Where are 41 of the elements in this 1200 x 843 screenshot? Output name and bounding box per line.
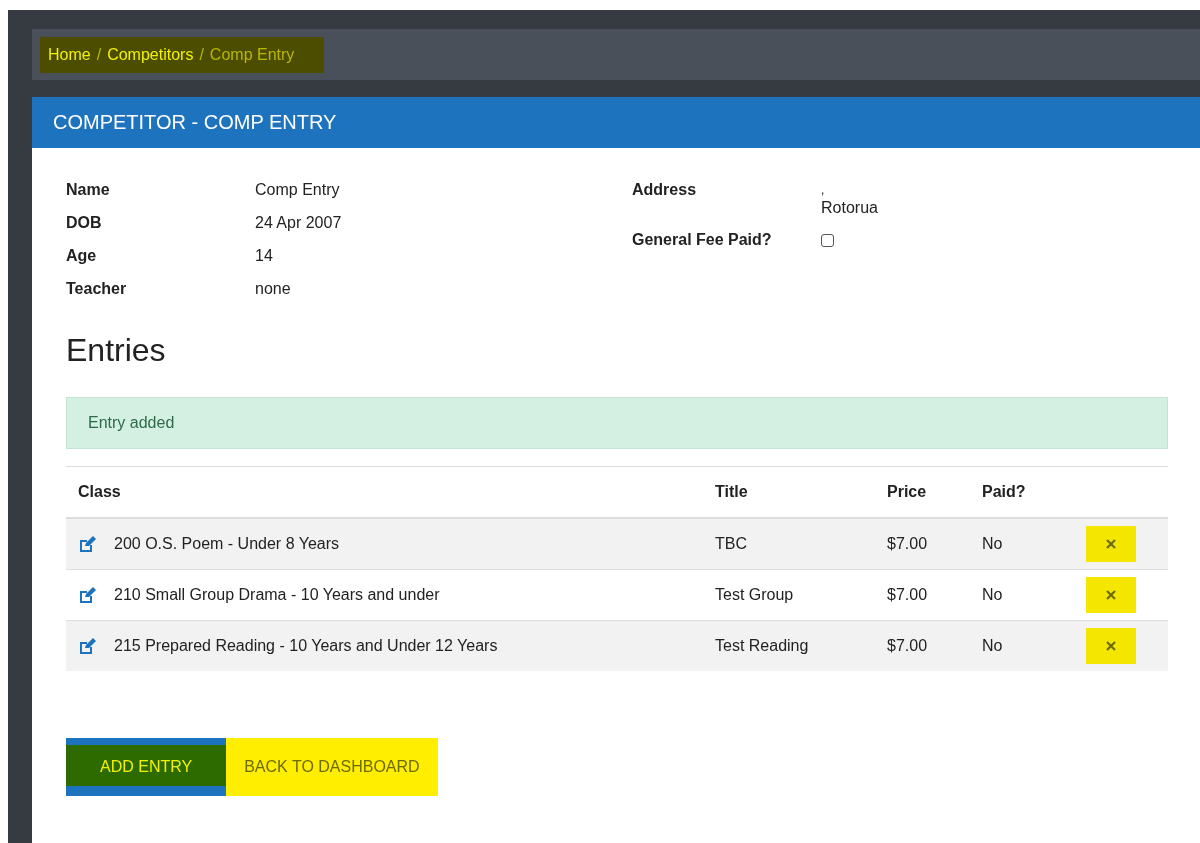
field-label: Teacher xyxy=(66,280,128,298)
table-cell: No xyxy=(970,620,1074,671)
delete-button[interactable] xyxy=(1086,628,1136,664)
table-cell: 215 Prepared Reading - 10 Years and Under 12 Years xyxy=(114,637,498,655)
field-label: General Fee Paid? xyxy=(632,231,773,249)
table-cell: TBC xyxy=(703,518,875,570)
success-alert: Entry added xyxy=(66,397,1168,449)
delete-button[interactable] xyxy=(1086,577,1136,613)
table-cell: 210 Small Group Drama - 10 Years and under xyxy=(114,586,440,604)
table-cell: $7.00 xyxy=(875,620,970,671)
breadcrumb-separator: / xyxy=(199,45,204,64)
edit-icon[interactable] xyxy=(78,535,96,553)
field-value: 24 Apr 2007 xyxy=(255,214,343,232)
table-cell: $7.00 xyxy=(875,518,970,570)
close-icon xyxy=(1106,539,1116,549)
field-label: DOB xyxy=(66,214,103,232)
delete-button[interactable] xyxy=(1086,526,1136,562)
section-heading: Entries xyxy=(66,332,167,369)
add-entry-button[interactable]: ADD ENTRY xyxy=(66,738,227,796)
table-cell: Test Reading xyxy=(703,620,875,671)
field-value: none xyxy=(255,280,292,298)
field-value: Comp Entry xyxy=(255,181,341,199)
breadcrumb-separator: / xyxy=(96,45,102,64)
close-icon xyxy=(1106,641,1116,651)
address-line: Rotorua xyxy=(821,199,879,217)
breadcrumb-link[interactable]: Home xyxy=(48,45,91,64)
fee-paid-checkbox[interactable] xyxy=(821,234,834,247)
address-line: , xyxy=(821,183,826,197)
edit-icon[interactable] xyxy=(78,637,96,655)
field-label: Name xyxy=(66,181,111,199)
edit-icon[interactable] xyxy=(78,586,96,604)
close-icon xyxy=(1106,590,1116,600)
breadcrumb-link[interactable]: Competitors xyxy=(107,45,194,64)
field-label: Address xyxy=(632,181,698,200)
field-label: Age xyxy=(66,247,98,265)
table-cell: No xyxy=(970,518,1074,570)
table-cell: 200 O.S. Poem - Under 8 Years xyxy=(114,535,339,553)
dashboard-link[interactable]: BACK TO DASHBOARD xyxy=(226,738,438,796)
field-value: 14 xyxy=(255,247,274,265)
panel-header: COMPETITOR - COMP ENTRY xyxy=(32,97,1200,148)
breadcrumb-link[interactable]: Comp Entry xyxy=(209,45,295,64)
